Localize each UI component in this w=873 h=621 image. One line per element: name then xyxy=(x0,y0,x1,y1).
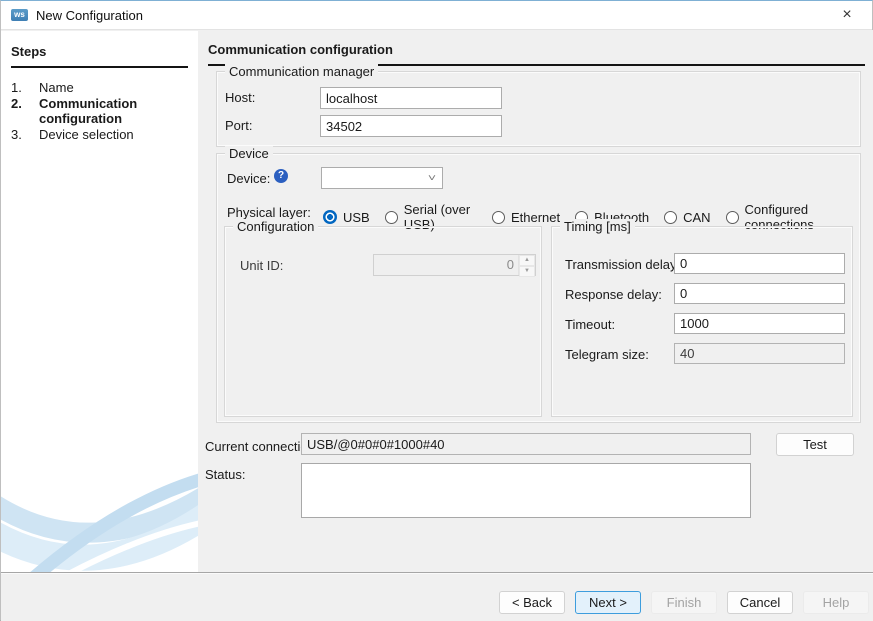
help-button: Help xyxy=(803,591,869,614)
communication-manager-group: Communication manager Host: Port: xyxy=(216,71,861,147)
configuration-legend: Configuration xyxy=(233,219,318,234)
finish-button: Finish xyxy=(651,591,717,614)
step-number: 2. xyxy=(11,96,39,126)
host-input[interactable] xyxy=(320,87,502,109)
device-legend: Device xyxy=(225,146,273,161)
radio-usb[interactable]: USB xyxy=(323,210,370,225)
communication-configuration-panel: Communication configuration Communicatio… xyxy=(198,30,873,572)
radio-icon xyxy=(385,211,398,224)
radio-label: USB xyxy=(343,210,370,225)
host-label: Host: xyxy=(225,90,255,105)
step-item-device-selection: 3. Device selection xyxy=(11,127,188,142)
transmission-delay-input[interactable] xyxy=(674,253,845,274)
help-icon[interactable]: ? xyxy=(274,169,288,183)
spinner-down-icon: ▼ xyxy=(519,266,535,277)
telegram-size-label: Telegram size: xyxy=(565,347,649,362)
radio-icon xyxy=(323,210,337,224)
section-title: Communication configuration xyxy=(208,42,865,66)
step-item-communication-configuration: 2. Communication configuration xyxy=(11,96,188,126)
timing-group: Timing [ms] Transmission delay: Response… xyxy=(551,226,853,417)
steps-list: 1. Name 2. Communication configuration 3… xyxy=(1,80,198,142)
current-connection-field xyxy=(301,433,751,455)
unit-id-value: 0 xyxy=(374,255,518,275)
response-delay-input[interactable] xyxy=(674,283,845,304)
steps-sidebar: Steps 1. Name 2. Communication configura… xyxy=(1,31,198,572)
physical-layer-label: Physical layer: xyxy=(227,205,311,220)
communication-manager-legend: Communication manager xyxy=(225,64,378,79)
close-icon[interactable]: × xyxy=(830,1,864,29)
radio-label: CAN xyxy=(683,210,710,225)
timeout-input[interactable] xyxy=(674,313,845,334)
device-label: Device: xyxy=(227,171,270,186)
app-icon: ws xyxy=(11,9,28,21)
back-button[interactable]: < Back xyxy=(499,591,565,614)
step-label: Device selection xyxy=(39,127,188,142)
radio-icon xyxy=(664,211,677,224)
radio-icon xyxy=(726,211,739,224)
device-dropdown[interactable]: ˅ xyxy=(321,167,443,189)
unit-id-label: Unit ID: xyxy=(240,258,283,273)
title-bar: ws New Configuration × xyxy=(1,1,872,30)
step-label: Name xyxy=(39,80,188,95)
status-textarea[interactable] xyxy=(301,463,751,518)
timing-legend: Timing [ms] xyxy=(560,219,635,234)
window-title: New Configuration xyxy=(36,8,143,23)
step-number: 1. xyxy=(11,80,39,95)
timeout-label: Timeout: xyxy=(565,317,615,332)
chevron-down-icon: ˅ xyxy=(428,173,436,184)
footer-buttons: < Back Next > Finish Cancel Help xyxy=(499,591,869,614)
transmission-delay-label: Transmission delay: xyxy=(565,257,680,272)
radio-can[interactable]: CAN xyxy=(664,210,710,225)
telegram-size-input xyxy=(674,343,845,364)
cancel-button[interactable]: Cancel xyxy=(727,591,793,614)
step-item-name: 1. Name xyxy=(11,80,188,95)
decorative-swoosh xyxy=(1,440,198,572)
test-button[interactable]: Test xyxy=(776,433,854,456)
wizard-footer: < Back Next > Finish Cancel Help xyxy=(1,572,873,621)
configuration-group: Configuration Unit ID: 0 ▲ ▼ xyxy=(224,226,542,417)
device-group: Device Device: ? ˅ Physical layer: USB S… xyxy=(216,153,861,423)
step-label: Communication configuration xyxy=(39,96,188,126)
port-input[interactable] xyxy=(320,115,502,137)
radio-label: Ethernet xyxy=(511,210,560,225)
port-label: Port: xyxy=(225,118,252,133)
status-label: Status: xyxy=(205,467,245,482)
unit-id-stepper: 0 ▲ ▼ xyxy=(373,254,536,276)
radio-ethernet[interactable]: Ethernet xyxy=(492,210,560,225)
new-configuration-dialog: ws New Configuration × Steps 1. Name 2. … xyxy=(0,0,873,621)
spin-buttons: ▲ ▼ xyxy=(518,255,535,275)
response-delay-label: Response delay: xyxy=(565,287,662,302)
steps-header: Steps xyxy=(11,44,188,68)
spinner-up-icon: ▲ xyxy=(519,255,535,266)
radio-icon xyxy=(492,211,505,224)
step-number: 3. xyxy=(11,127,39,142)
next-button[interactable]: Next > xyxy=(575,591,641,614)
